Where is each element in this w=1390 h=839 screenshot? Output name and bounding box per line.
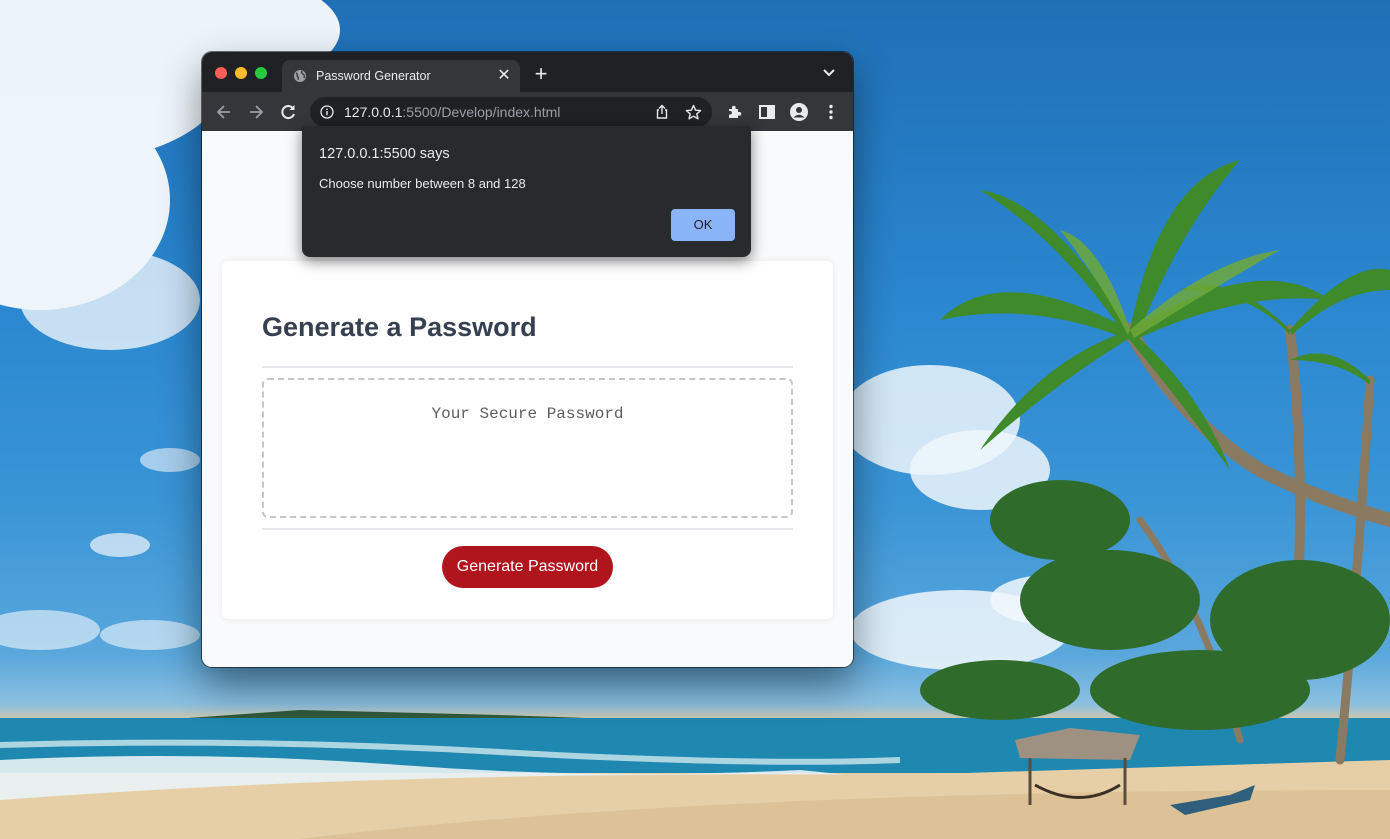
new-tab-icon[interactable]: + — [532, 63, 550, 85]
star-icon[interactable] — [685, 104, 702, 121]
alert-ok-button[interactable]: OK — [671, 209, 735, 241]
window-minimize-button[interactable] — [235, 67, 247, 79]
page-title: Generate a Password — [262, 312, 537, 342]
globe-icon — [294, 70, 306, 82]
password-card: Generate a Password Your Secure Password… — [222, 261, 833, 619]
back-icon[interactable] — [214, 102, 234, 122]
window-close-button[interactable] — [215, 67, 227, 79]
tab-search-icon[interactable] — [822, 68, 836, 78]
window-maximize-button[interactable] — [255, 67, 267, 79]
info-icon[interactable] — [320, 105, 334, 119]
url-text: 127.0.0.1:5500/Develop/index.html — [344, 104, 560, 120]
profile-icon[interactable] — [789, 102, 809, 122]
divider-bottom — [262, 528, 793, 530]
forward-icon[interactable] — [246, 102, 266, 122]
alert-title: 127.0.0.1:5500 says — [319, 146, 450, 162]
tab-password-generator[interactable]: Password Generator ✕ — [282, 60, 520, 92]
tab-close-icon[interactable]: ✕ — [496, 68, 512, 84]
divider-top — [262, 366, 793, 368]
browser-window: Password Generator ✕ + 127.0.0.1:5500/De… — [202, 52, 853, 667]
share-icon[interactable] — [654, 104, 670, 120]
tab-title: Password Generator — [316, 69, 431, 83]
generate-password-button[interactable]: Generate Password — [442, 546, 613, 588]
url-path: :5500/Develop/index.html — [402, 104, 561, 120]
extensions-icon[interactable] — [725, 102, 745, 122]
url-host: 127.0.0.1 — [344, 104, 403, 120]
password-output[interactable] — [262, 378, 793, 518]
alert-dialog: 127.0.0.1:5500 says Choose number betwee… — [302, 126, 751, 257]
reload-icon[interactable] — [278, 102, 298, 122]
menu-icon[interactable] — [821, 102, 841, 122]
tab-strip: Password Generator ✕ + — [202, 52, 853, 92]
address-bar[interactable]: 127.0.0.1:5500/Develop/index.html — [310, 97, 712, 127]
alert-message: Choose number between 8 and 128 — [319, 176, 526, 191]
side-panel-icon[interactable] — [757, 102, 777, 122]
